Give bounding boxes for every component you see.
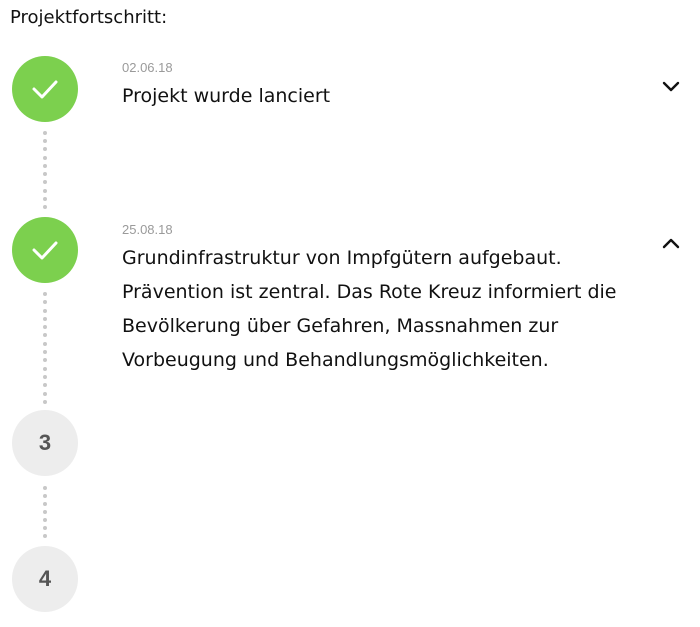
step-2-headline: Grundinfrastruktur von Impfgütern aufgeb… (122, 247, 562, 269)
checkmark-icon (32, 241, 58, 260)
step-1-title: Projekt wurde lanciert (122, 85, 331, 107)
step-2-title: Grundinfrastruktur von Impfgütern aufgeb… (122, 241, 642, 377)
connector-dots-3 (42, 486, 48, 538)
step-3-number: 3 (38, 430, 52, 455)
step-1-complete-indicator (12, 56, 78, 122)
chevron-down-icon (662, 81, 680, 92)
progress-heading: Projektfortschritt: (10, 7, 168, 28)
step-2-collapse-toggle[interactable] (660, 233, 682, 255)
step-1-expand-toggle[interactable] (660, 75, 682, 97)
step-2-date: 25.08.18 (122, 222, 173, 237)
connector-dots-1 (42, 131, 48, 209)
step-2-description: Prävention ist zentral. Das Rote Kreuz i… (122, 281, 617, 371)
connector-dots-2 (42, 292, 48, 404)
step-2-complete-indicator (12, 217, 78, 283)
checkmark-icon (32, 80, 58, 99)
chevron-up-icon (662, 238, 680, 249)
step-1-date: 02.06.18 (122, 60, 173, 75)
step-4-number: 4 (38, 566, 52, 591)
step-4-pending-indicator: 4 (12, 546, 78, 612)
step-3-pending-indicator: 3 (12, 410, 78, 476)
